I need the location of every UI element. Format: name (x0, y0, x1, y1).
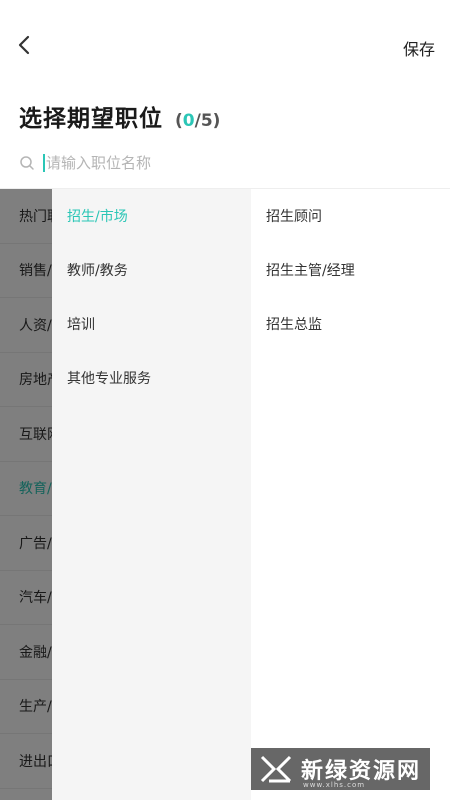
category-level1-item[interactable]: 金融/保险 (0, 625, 52, 680)
search-bar (19, 150, 429, 176)
watermark-url: www.xlhs.com (303, 781, 366, 789)
category-level1-item[interactable]: 人资/行政 (0, 298, 52, 353)
category-level1-item[interactable]: 热门职位 (0, 189, 52, 244)
category-level2-item-label: 教师/教务 (67, 263, 128, 279)
category-level1-item-label: 汽车/交通 (19, 590, 52, 607)
category-level3-list: 招生顾问招生主管/经理 招生总监 (251, 189, 450, 800)
position-item-label: 招生总监 (266, 317, 322, 333)
category-level1-item[interactable]: 互联网/IT (0, 407, 52, 462)
category-level2-item[interactable]: 培训 (52, 297, 251, 351)
category-level1-item[interactable]: 教育/培训 (0, 462, 52, 516)
category-level2-item[interactable]: 教师/教务 (52, 243, 251, 297)
text-caret (43, 154, 45, 172)
category-level1-item[interactable]: 汽车/交通 (0, 571, 52, 625)
category-level1-item-label: 人资/行政 (19, 317, 52, 334)
page-title: 选择期望职位 (19, 106, 163, 132)
category-level2-list: 招生/市场教师/教务培训其他专业服务 (52, 189, 251, 800)
category-level2-item[interactable]: 其他专业服务 (52, 351, 251, 405)
search-input[interactable] (46, 154, 406, 172)
category-level1-item-label: 销售/客服 (19, 263, 52, 280)
category-level1-item-label: 房地产/建筑 (19, 372, 52, 389)
category-level2-item-label: 其他专业服务 (67, 371, 151, 387)
watermark: 新绿资源网 www.xlhs.com (251, 748, 430, 790)
category-level1-item-label: 热门职位 (19, 208, 52, 225)
search-icon (20, 156, 34, 170)
category-level1-item[interactable]: 房地产/建筑 (0, 353, 52, 407)
count-suffix: /5) (194, 111, 221, 131)
category-level1-item-label: 教育/培训 (19, 481, 52, 498)
category-level1-item[interactable]: 生产/制造 (0, 680, 52, 734)
watermark-logo-icon (260, 755, 292, 783)
save-button[interactable]: 保存 (403, 36, 435, 60)
category-level1-item[interactable]: 广告/传媒 (0, 516, 52, 571)
count-prefix: ( (175, 111, 183, 131)
position-item[interactable]: 招生总监 (251, 297, 450, 351)
category-level2-item[interactable]: 招生/市场 (52, 189, 251, 243)
category-level2-item-label: 培训 (67, 317, 95, 333)
category-level1-item-label: 互联网/IT (19, 426, 52, 443)
back-button[interactable] (12, 33, 36, 57)
position-item-label: 招生顾问 (266, 209, 322, 225)
category-level1-list: 热门职位销售/客服人资/行政房地产/建筑互联网/IT 教育/培训广告/传媒汽车/交… (0, 189, 52, 800)
category-level1-item[interactable]: 进出口/贸易 (0, 734, 52, 789)
position-item[interactable]: 招生主管/经理 (251, 243, 450, 297)
position-item-label: 招生主管/经理 (266, 263, 355, 279)
top-bar: 保存 (0, 0, 450, 92)
category-level1-item-label: 进出口/贸易 (19, 753, 52, 770)
selection-count: (0/5) (175, 111, 220, 131)
category-level1-item-label: 广告/传媒 (19, 535, 52, 552)
position-item[interactable]: 招生顾问 (251, 189, 450, 243)
category-level2-item-label: 招生/市场 (67, 209, 128, 225)
chevron-left-icon (18, 35, 30, 55)
page-title-row: 选择期望职位 (0/5) (19, 99, 220, 133)
category-level1-item-label: 金融/保险 (19, 644, 52, 661)
selected-count: 0 (182, 111, 195, 131)
category-level1-item-label: 生产/制造 (19, 699, 52, 716)
category-level1-item[interactable]: 销售/客服 (0, 244, 52, 298)
